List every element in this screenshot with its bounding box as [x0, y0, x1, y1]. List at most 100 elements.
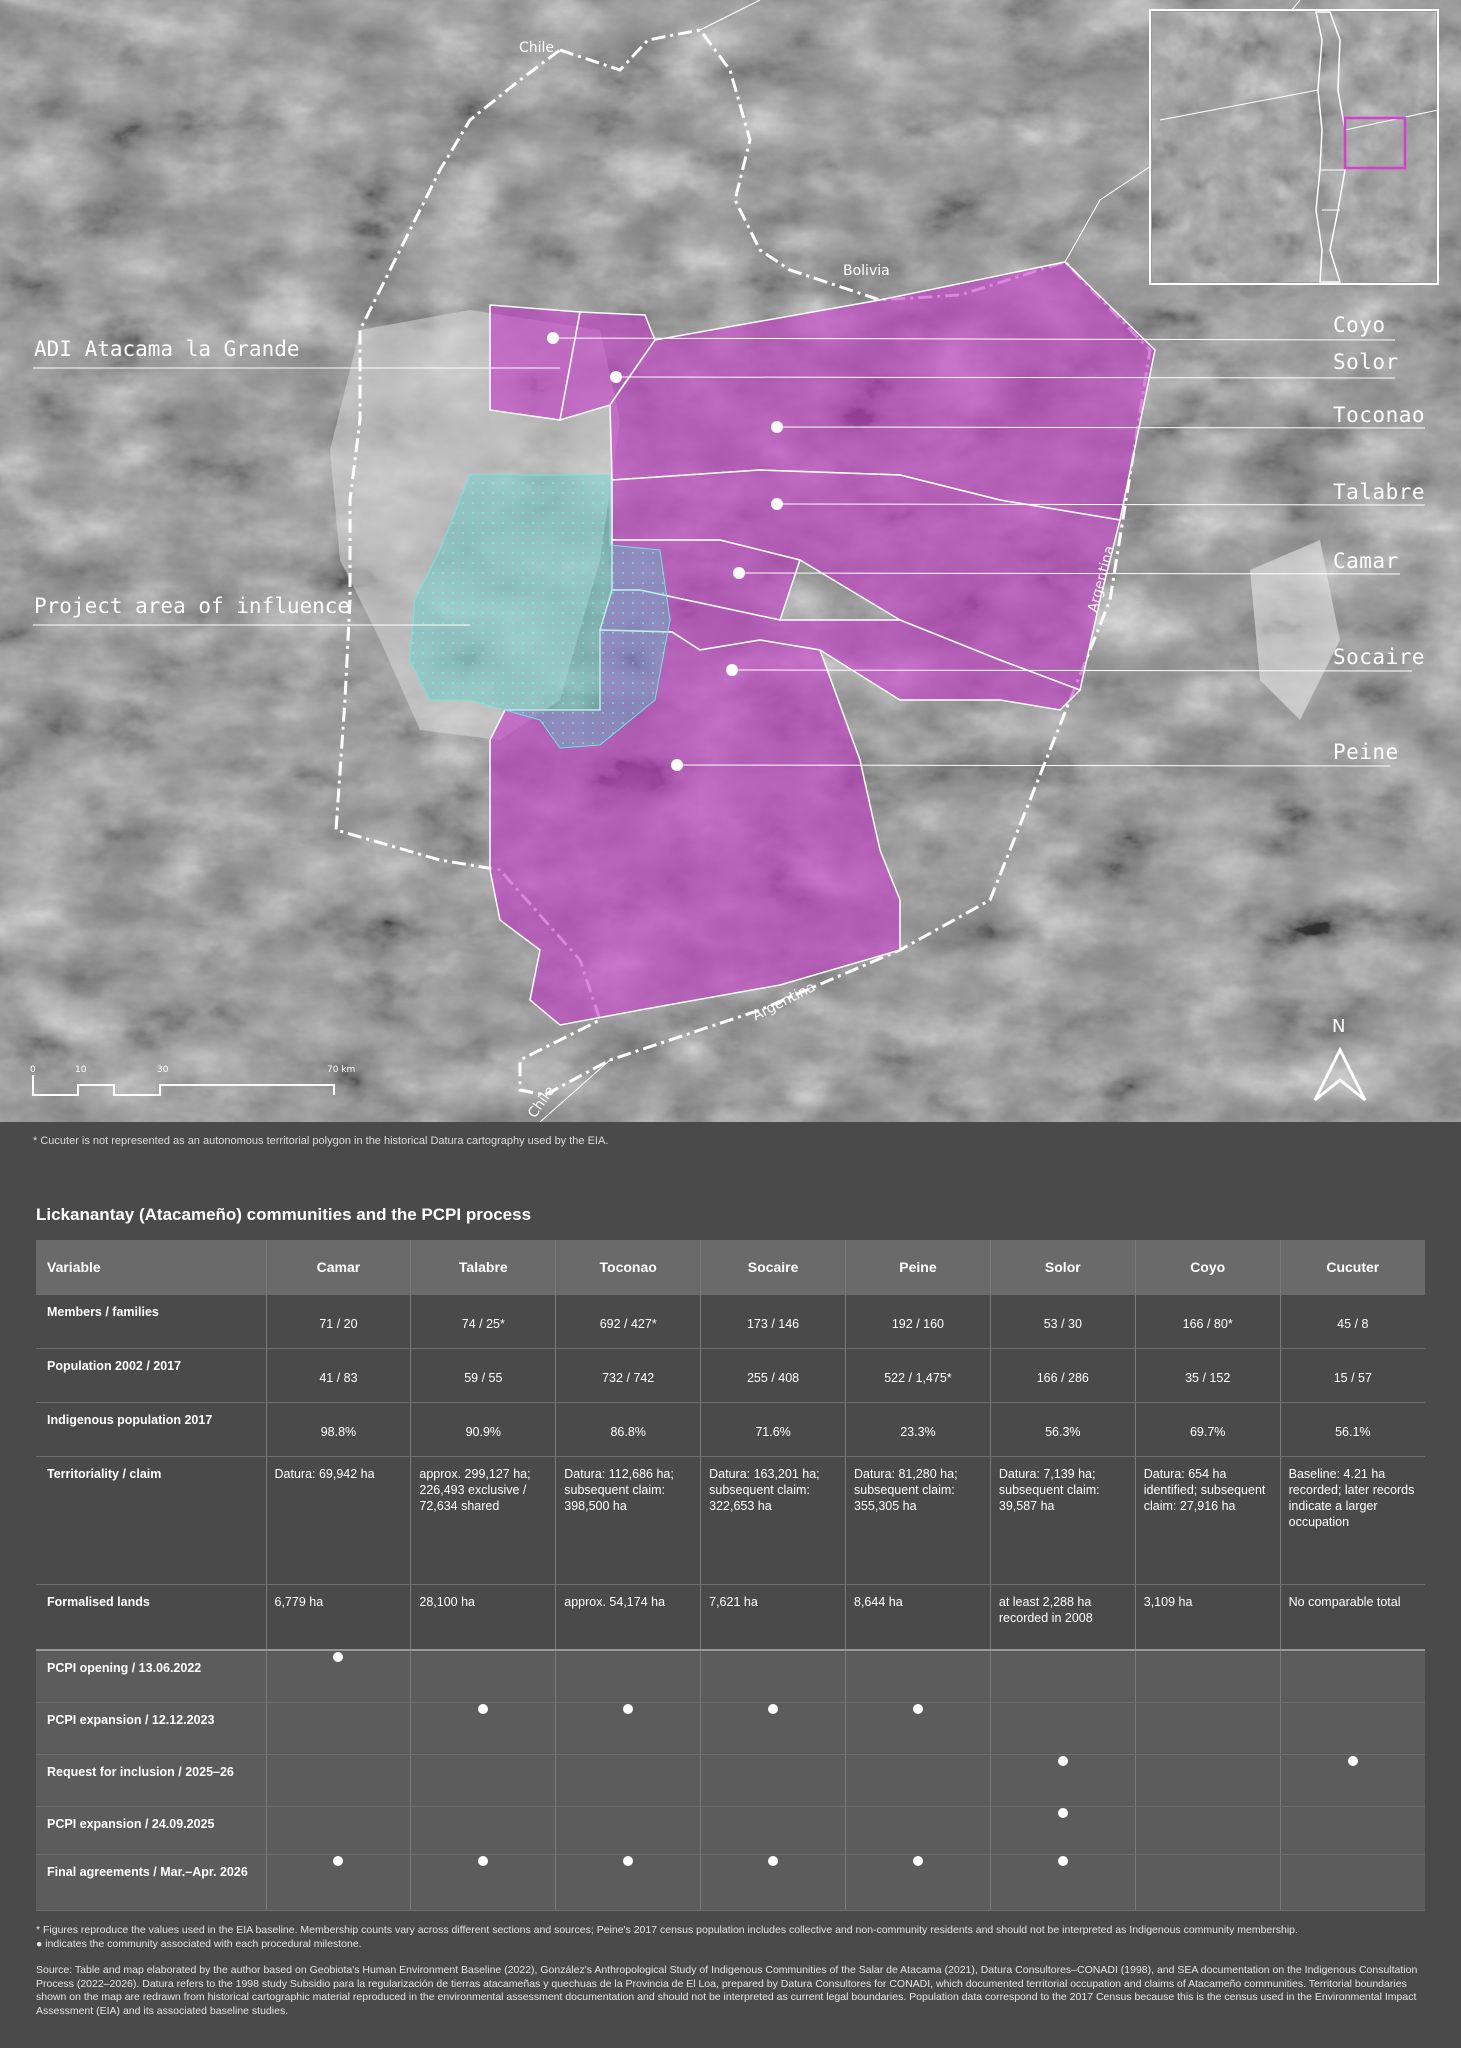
row-label: Population 2002 / 2017 [36, 1348, 267, 1403]
dot-solor [610, 371, 622, 383]
pcpi-cell [1135, 1702, 1281, 1755]
table-cell: 56.1% [1280, 1402, 1425, 1457]
row-label: Formalised lands [36, 1584, 267, 1651]
milestone-dot-icon [623, 1855, 634, 1866]
table-cell: 86.8% [555, 1402, 702, 1457]
pcpi-row-label: PCPI opening / 13.06.2022 [36, 1649, 267, 1703]
label-bolivia: Bolivia [843, 263, 890, 279]
milestone-dot-icon [912, 1855, 923, 1866]
pcpi-cell [555, 1854, 702, 1911]
header-talabre: Talabre [410, 1240, 557, 1295]
table-cell: 166 / 80* [1135, 1294, 1281, 1349]
pcpi-cell [990, 1649, 1136, 1703]
scale-tick-70: 70 km [327, 1065, 356, 1075]
table-cell: 41 / 83 [266, 1348, 412, 1403]
pcpi-cell [1280, 1806, 1425, 1855]
label-peine: Peine [1333, 740, 1399, 764]
label-adi-atacama: ADI Atacama la Grande [34, 337, 300, 361]
pcpi-cell [1135, 1649, 1281, 1703]
table-cell: 3,109 ha [1135, 1584, 1281, 1651]
pcpi-row-label: PCPI expansion / 24.09.2025 [36, 1806, 267, 1855]
pcpi-cell [555, 1754, 702, 1807]
table-cell: 522 / 1,475* [845, 1348, 991, 1403]
milestone-dot-icon [623, 1703, 634, 1714]
pcpi-cell [410, 1854, 557, 1911]
header-cucuter: Cucuter [1280, 1240, 1425, 1295]
table-body: Members / families 71 / 20 74 / 25* 692 / 4… [36, 1294, 1425, 1911]
dot-coyo [547, 332, 559, 344]
table-cell: 28,100 ha [410, 1584, 557, 1651]
label-solor: Solor [1333, 350, 1399, 374]
milestone-dot-icon [333, 1652, 344, 1662]
pcpi-cell [1280, 1649, 1425, 1703]
table-cell: 45 / 8 [1280, 1294, 1425, 1349]
header-coyo: Coyo [1135, 1240, 1281, 1295]
scale-tick-0: 0 [30, 1065, 36, 1075]
pcpi-cell [700, 1754, 846, 1807]
table-cell: at least 2,288 ha recorded in 2008 [990, 1584, 1136, 1651]
note-source: Source: Table and map elaborated by the … [36, 1963, 1418, 2018]
pcpi-cell [845, 1806, 991, 1855]
pcpi-cell [990, 1702, 1136, 1755]
dot-talabre [771, 498, 783, 510]
notes: * Figures reproduce the values used in t… [36, 1924, 1428, 2031]
table-cell: Datura: 7,139 ha; subsequent claim: 39,5… [990, 1456, 1136, 1585]
pcpi-cell [266, 1649, 412, 1703]
scale-tick-10: 10 [75, 1065, 87, 1075]
table-cell: 59 / 55 [410, 1348, 557, 1403]
pcpi-cell [266, 1754, 412, 1807]
pcpi-cell [266, 1806, 412, 1855]
table-row: Indigenous population 2017 98.8% 90.9% 86.8… [36, 1402, 1425, 1457]
pcpi-cell [410, 1754, 557, 1807]
pcpi-cell [1280, 1754, 1425, 1807]
pcpi-cell [266, 1854, 412, 1911]
pcpi-cell [410, 1649, 557, 1703]
pcpi-cell [845, 1649, 991, 1703]
map-panel: Chile Bolivia Argentina Argentina Chile … [0, 0, 1461, 1122]
pcpi-cell [1135, 1806, 1281, 1855]
table-row: Population 2002 / 2017 41 / 83 59 / 55 732 … [36, 1348, 1425, 1403]
table-cell: 732 / 742 [555, 1348, 702, 1403]
label-project-area: Project area of influence [34, 594, 351, 618]
pcpi-cell [990, 1854, 1136, 1911]
header-peine: Peine [845, 1240, 991, 1295]
milestone-dot-icon [1057, 1755, 1068, 1766]
row-label: Members / families [36, 1294, 267, 1349]
table-cell: 192 / 160 [845, 1294, 991, 1349]
table-cell: 15 / 57 [1280, 1348, 1425, 1403]
pcpi-cell [555, 1702, 702, 1755]
pcpi-cell [845, 1854, 991, 1911]
label-talabre: Talabre [1333, 480, 1426, 504]
pcpi-cell [845, 1754, 991, 1807]
pcpi-cell [700, 1649, 846, 1703]
pcpi-row: PCPI opening / 13.06.2022 [36, 1649, 1425, 1703]
label-socaire: Socaire [1333, 645, 1426, 669]
milestone-dot-icon [478, 1703, 489, 1714]
milestone-dot-icon [333, 1855, 344, 1866]
pcpi-cell [700, 1702, 846, 1755]
table-row: Members / families 71 / 20 74 / 25* 692 / 4… [36, 1294, 1425, 1349]
pcpi-row-label: PCPI expansion / 12.12.2023 [36, 1702, 267, 1755]
table-cell: approx. 54,174 ha [555, 1584, 702, 1651]
pcpi-row-label: Final agreements / Mar.–Apr. 2026 [36, 1854, 267, 1911]
table-cell: No comparable total [1280, 1584, 1425, 1651]
table-row: Formalised lands 6,779 ha 28,100 ha approx.… [36, 1584, 1425, 1651]
pcpi-row-label: Request for inclusion / 2025–26 [36, 1754, 267, 1807]
pcpi-cell [845, 1702, 991, 1755]
row-label: Territoriality / claim [36, 1456, 267, 1585]
table-cell: 173 / 146 [700, 1294, 846, 1349]
milestone-dot-icon [1057, 1855, 1068, 1866]
table-cell: 255 / 408 [700, 1348, 846, 1403]
dot-socaire [726, 664, 738, 676]
table-cell: 53 / 30 [990, 1294, 1136, 1349]
header-socaire: Socaire [700, 1240, 846, 1295]
pcpi-cell [700, 1854, 846, 1911]
table-cell: 71.6% [700, 1402, 846, 1457]
table-cell: 692 / 427* [555, 1294, 702, 1349]
pcpi-cell [410, 1702, 557, 1755]
table-cell: 35 / 152 [1135, 1348, 1281, 1403]
map-canvas [0, 0, 1461, 1122]
communities-table: Variable Camar Talabre Toconao Socaire P… [36, 1240, 1425, 1911]
scale-tick-30: 30 [157, 1065, 169, 1075]
note-figures: * Figures reproduce the values used in t… [36, 1924, 1298, 1936]
